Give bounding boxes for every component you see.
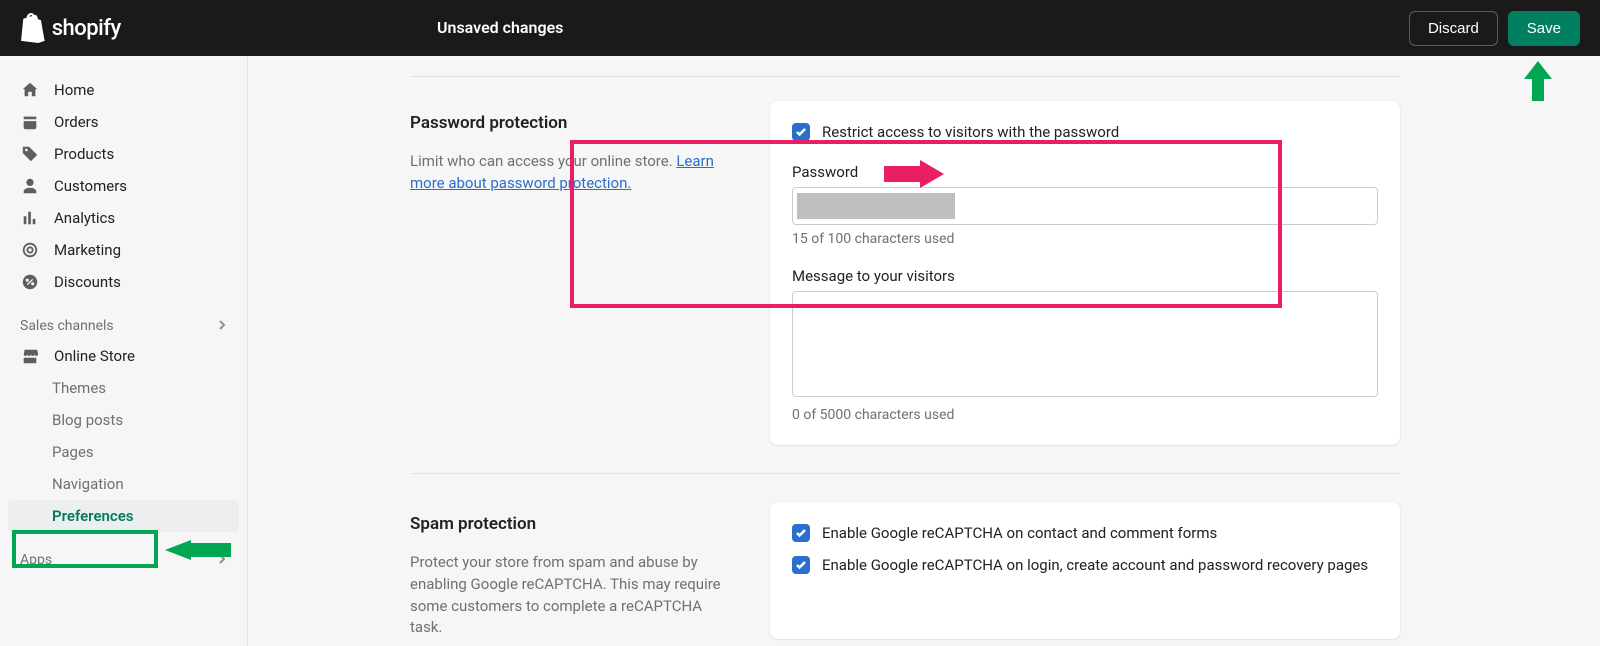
subnav-themes[interactable]: Themes	[0, 372, 247, 404]
sales-channels-label: Sales channels	[20, 318, 114, 334]
message-textarea[interactable]	[792, 291, 1378, 397]
orders-icon	[20, 113, 40, 131]
brand-text: shopify	[52, 16, 121, 41]
spam-section-desc: Protect your store from spam and abuse b…	[410, 552, 730, 639]
nav-discounts-label: Discounts	[54, 273, 121, 291]
home-icon	[20, 81, 40, 99]
password-section-desc: Limit who can access your online store. …	[410, 151, 730, 195]
recaptcha-login-checkbox[interactable]	[792, 556, 810, 574]
nav-customers-label: Customers	[54, 177, 127, 195]
password-protection-section: Password protection Limit who can access…	[410, 101, 1400, 445]
nav-marketing-label: Marketing	[54, 241, 121, 259]
sales-channels-header[interactable]: Sales channels	[0, 310, 247, 340]
nav-products-label: Products	[54, 145, 114, 163]
nav-analytics[interactable]: Analytics	[0, 202, 247, 234]
checkmark-icon	[795, 559, 807, 571]
password-char-count: 15 of 100 characters used	[792, 231, 1378, 247]
nav-home[interactable]: Home	[0, 74, 247, 106]
customers-icon	[20, 177, 40, 195]
subnav-navigation[interactable]: Navigation	[0, 468, 247, 500]
subnav-blog-posts[interactable]: Blog posts	[0, 404, 247, 436]
discounts-icon	[20, 273, 40, 291]
nav-orders-label: Orders	[54, 113, 99, 131]
nav-orders[interactable]: Orders	[0, 106, 247, 138]
subnav-preferences[interactable]: Preferences	[8, 500, 239, 532]
nav-discounts[interactable]: Discounts	[0, 266, 247, 298]
message-field-group: Message to your visitors 0 of 5000 chara…	[792, 267, 1378, 423]
page-status-title: Unsaved changes	[437, 18, 563, 37]
restrict-access-label: Restrict access to visitors with the pas…	[822, 123, 1119, 141]
apps-label: Apps	[20, 552, 52, 568]
password-card: Restrict access to visitors with the pas…	[770, 101, 1400, 445]
annotation-green-arrow-icon	[165, 540, 231, 560]
nav-products[interactable]: Products	[0, 138, 247, 170]
restrict-access-checkbox[interactable]	[792, 123, 810, 141]
save-button[interactable]: Save	[1508, 11, 1580, 46]
spam-card: Enable Google reCAPTCHA on contact and c…	[770, 502, 1400, 639]
nav-marketing[interactable]: Marketing	[0, 234, 247, 266]
password-field-group: Password 15 of 100 characters used	[792, 163, 1378, 247]
recaptcha-login-label: Enable Google reCAPTCHA on login, create…	[822, 556, 1368, 574]
subnav-pages[interactable]: Pages	[0, 436, 247, 468]
nav-online-store-label: Online Store	[54, 347, 135, 365]
topbar-actions: Discard Save	[1409, 11, 1580, 46]
topbar: shopify Unsaved changes Discard Save	[0, 0, 1600, 56]
nav-home-label: Home	[54, 81, 94, 99]
recaptcha-contact-label: Enable Google reCAPTCHA on contact and c…	[822, 524, 1217, 542]
password-redaction	[797, 193, 955, 219]
marketing-icon	[20, 241, 40, 259]
nav-customers[interactable]: Customers	[0, 170, 247, 202]
checkmark-icon	[795, 126, 807, 138]
shopify-logo: shopify	[20, 13, 121, 43]
products-icon	[20, 145, 40, 163]
password-field-label: Password	[792, 163, 1378, 181]
chevron-right-icon	[217, 318, 227, 334]
message-char-count: 0 of 5000 characters used	[792, 407, 1378, 423]
password-section-title: Password protection	[410, 113, 730, 133]
annotation-red-arrow-icon	[884, 160, 944, 188]
spam-section-title: Spam protection	[410, 514, 730, 534]
recaptcha-contact-checkbox[interactable]	[792, 524, 810, 542]
annotation-save-arrow-icon	[1524, 61, 1552, 101]
nav-analytics-label: Analytics	[54, 209, 115, 227]
recaptcha-login-row[interactable]: Enable Google reCAPTCHA on login, create…	[792, 556, 1378, 574]
shopping-bag-icon	[20, 13, 46, 43]
nav-online-store[interactable]: Online Store	[0, 340, 247, 372]
recaptcha-contact-row[interactable]: Enable Google reCAPTCHA on contact and c…	[792, 524, 1378, 542]
main-content: Password protection Limit who can access…	[248, 56, 1600, 646]
analytics-icon	[20, 209, 40, 227]
spam-protection-section: Spam protection Protect your store from …	[410, 502, 1400, 639]
store-icon	[20, 347, 40, 365]
discard-button[interactable]: Discard	[1409, 11, 1498, 46]
checkmark-icon	[795, 527, 807, 539]
restrict-access-row[interactable]: Restrict access to visitors with the pas…	[792, 123, 1378, 141]
message-field-label: Message to your visitors	[792, 267, 1378, 285]
